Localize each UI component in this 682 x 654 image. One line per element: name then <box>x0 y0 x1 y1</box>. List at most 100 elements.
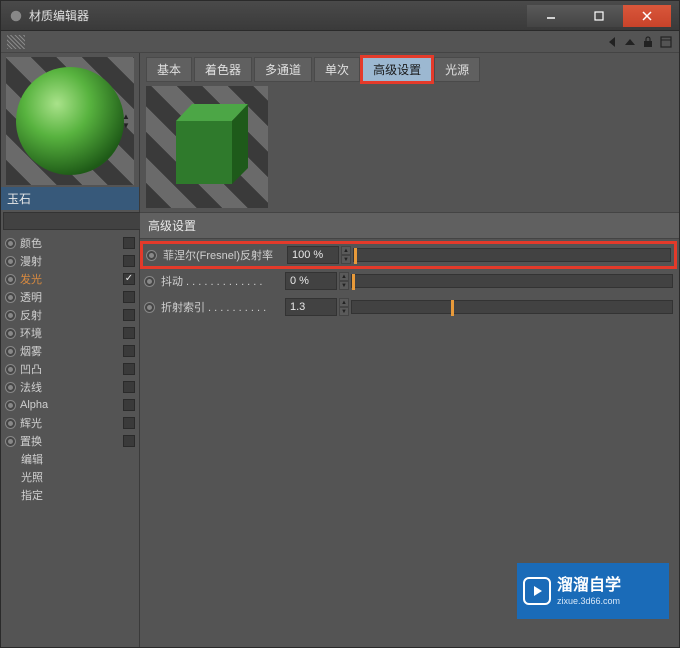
channel-anim-dot[interactable] <box>5 328 16 339</box>
channel-row[interactable]: 置换 <box>3 432 137 450</box>
play-icon <box>523 577 551 605</box>
tab-bar: 基本着色器多通道单次高级设置光源 <box>140 53 679 82</box>
channel-checkbox[interactable] <box>123 309 135 321</box>
channel-row[interactable]: 环境 <box>3 324 137 342</box>
panel-icon[interactable] <box>659 35 673 49</box>
left-panel: ▲▼ 玉石 ▶ 颜色漫射发光✓透明反射环境烟雾凹凸法线Alpha辉光置换 编辑光… <box>1 53 140 647</box>
prop-ior-value[interactable]: 1.3 <box>285 298 337 316</box>
channel-row[interactable]: 烟雾 <box>3 342 137 360</box>
material-name-field[interactable]: 玉石 <box>1 187 139 210</box>
subchannel-label: 光照 <box>21 469 137 485</box>
toolbar <box>1 31 679 53</box>
channel-row[interactable]: 漫射 <box>3 252 137 270</box>
tab-光源[interactable]: 光源 <box>434 57 480 82</box>
channel-row[interactable]: Alpha <box>3 396 137 414</box>
prop-fresnel-slider[interactable] <box>353 248 671 262</box>
section-title: 高级设置 <box>140 212 679 239</box>
channel-label: 烟雾 <box>20 343 119 359</box>
subchannel-row[interactable]: 光照 <box>19 468 139 486</box>
channel-row[interactable]: 凹凸 <box>3 360 137 378</box>
channel-row[interactable]: 透明 <box>3 288 137 306</box>
prop-ior-row: 折射索引 . . . . . . . . . . 1.3 ▲▼ <box>144 297 673 317</box>
window-title: 材质编辑器 <box>29 7 89 24</box>
prop-fresnel-row: 菲涅尔(Fresnel)反射率 100 % ▲▼ <box>144 245 673 265</box>
prop-jitter-slider[interactable] <box>351 274 673 288</box>
channel-anim-dot[interactable] <box>5 382 16 393</box>
channel-label: 透明 <box>20 289 119 305</box>
channel-checkbox[interactable] <box>123 363 135 375</box>
channel-search-input[interactable] <box>3 212 155 230</box>
channel-label: Alpha <box>20 399 119 411</box>
channel-label: 法线 <box>20 379 119 395</box>
preview-nav-arrows[interactable]: ▲▼ <box>122 112 132 130</box>
channel-row[interactable]: 辉光 <box>3 414 137 432</box>
channel-label: 发光 <box>20 271 119 287</box>
tab-着色器[interactable]: 着色器 <box>194 57 252 82</box>
channel-label: 反射 <box>20 307 119 323</box>
channel-row[interactable]: 颜色 <box>3 234 137 252</box>
channel-anim-dot[interactable] <box>5 418 16 429</box>
channel-anim-dot[interactable] <box>5 292 16 303</box>
prop-jitter-spinner[interactable]: ▲▼ <box>339 272 349 290</box>
material-preview-sphere[interactable]: ▲▼ <box>6 57 134 185</box>
material-preview-cube[interactable] <box>146 86 268 208</box>
watermark: 溜溜自学 zixue.3d66.com <box>517 563 669 619</box>
channel-label: 漫射 <box>20 253 119 269</box>
channel-anim-dot[interactable] <box>5 274 16 285</box>
channel-anim-dot[interactable] <box>5 364 16 375</box>
channel-checkbox[interactable] <box>123 417 135 429</box>
subchannel-label: 编辑 <box>21 451 137 467</box>
channel-checkbox[interactable] <box>123 327 135 339</box>
tab-单次[interactable]: 单次 <box>314 57 360 82</box>
channel-label: 环境 <box>20 325 119 341</box>
prop-jitter-label: 抖动 . . . . . . . . . . . . . <box>161 273 283 289</box>
subchannel-row[interactable]: 指定 <box>19 486 139 504</box>
nav-left-icon[interactable] <box>605 35 619 49</box>
channel-row[interactable]: 反射 <box>3 306 137 324</box>
channel-row[interactable]: 法线 <box>3 378 137 396</box>
channel-label: 颜色 <box>20 235 119 251</box>
channel-checkbox[interactable] <box>123 255 135 267</box>
channel-list: 颜色漫射发光 ✓ 透明反射环境烟雾凹凸法线 Alpha 辉光置换 <box>1 232 139 450</box>
channel-anim-dot[interactable] <box>5 346 16 357</box>
channel-checkbox[interactable] <box>123 399 135 411</box>
channel-checkbox[interactable] <box>123 345 135 357</box>
channel-anim-dot[interactable] <box>5 238 16 249</box>
prop-ior-slider[interactable] <box>351 300 673 314</box>
channel-checkbox[interactable]: ✓ <box>123 273 135 285</box>
lock-icon[interactable] <box>641 35 655 49</box>
subchannel-label: 指定 <box>21 487 137 503</box>
channel-anim-dot[interactable] <box>5 400 16 411</box>
channel-row[interactable]: 发光 ✓ <box>3 270 137 288</box>
prop-ior-label: 折射索引 . . . . . . . . . . <box>161 299 283 315</box>
watermark-url: zixue.3d66.com <box>557 596 621 606</box>
subchannel-row[interactable]: 编辑 <box>19 450 139 468</box>
channel-label: 辉光 <box>20 415 119 431</box>
watermark-brand: 溜溜自学 <box>557 576 621 595</box>
minimize-button[interactable] <box>527 5 575 27</box>
channel-anim-dot[interactable] <box>5 256 16 267</box>
prop-ior-spinner[interactable]: ▲▼ <box>339 298 349 316</box>
prop-jitter-row: 抖动 . . . . . . . . . . . . . 0 % ▲▼ <box>144 271 673 291</box>
nav-up-icon[interactable] <box>623 35 637 49</box>
prop-jitter-value[interactable]: 0 % <box>285 272 337 290</box>
maximize-button[interactable] <box>575 5 623 27</box>
channel-checkbox[interactable] <box>123 435 135 447</box>
toolbar-grip[interactable] <box>7 35 25 49</box>
channel-checkbox[interactable] <box>123 381 135 393</box>
channel-label: 置换 <box>20 433 119 449</box>
channel-anim-dot[interactable] <box>5 310 16 321</box>
channel-checkbox[interactable] <box>123 291 135 303</box>
prop-anim-dot[interactable] <box>144 276 155 287</box>
tab-多通道[interactable]: 多通道 <box>254 57 312 82</box>
tab-高级设置[interactable]: 高级设置 <box>362 57 432 82</box>
prop-fresnel-value[interactable]: 100 % <box>287 246 339 264</box>
tab-基本[interactable]: 基本 <box>146 57 192 82</box>
app-icon <box>9 9 23 23</box>
prop-anim-dot[interactable] <box>146 250 157 261</box>
prop-anim-dot[interactable] <box>144 302 155 313</box>
channel-anim-dot[interactable] <box>5 436 16 447</box>
channel-checkbox[interactable] <box>123 237 135 249</box>
prop-fresnel-spinner[interactable]: ▲▼ <box>341 246 351 264</box>
close-button[interactable] <box>623 5 671 27</box>
